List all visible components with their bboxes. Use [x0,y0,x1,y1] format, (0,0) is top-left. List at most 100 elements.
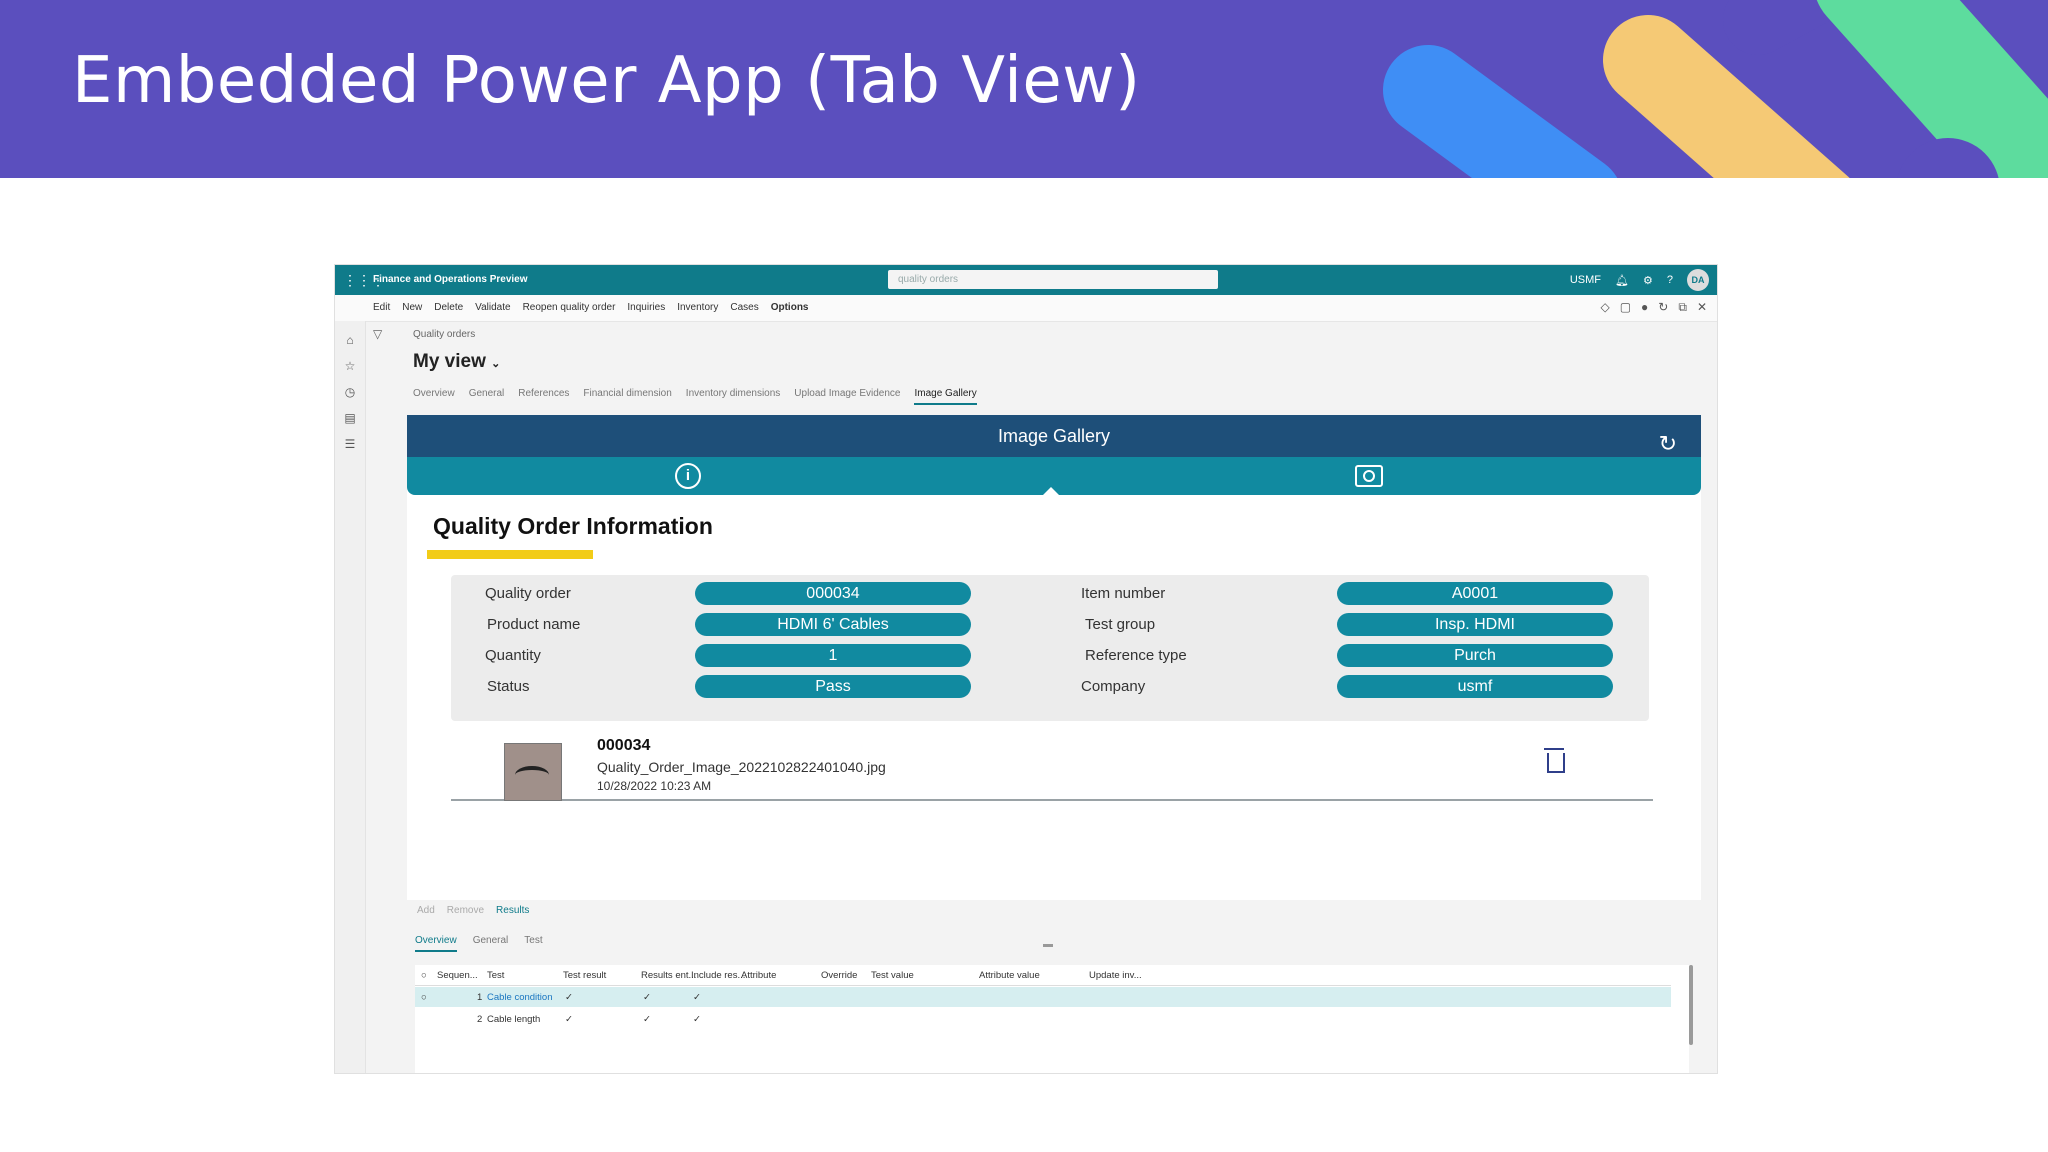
active-tab-notch [1043,487,1059,495]
options-menu[interactable]: Options [771,302,809,313]
field-value: HDMI 6' Cables [695,613,971,636]
inquiries-menu[interactable]: Inquiries [627,302,665,313]
field-value: A0001 [1337,582,1613,605]
tab-grid-test[interactable]: Test [524,935,542,952]
reopen-button[interactable]: Reopen quality order [523,302,616,313]
image-filename: Quality_Order_Image_2022102822401040.jpg [597,759,886,775]
add-button[interactable]: Add [417,905,435,916]
breadcrumb: Quality orders [413,329,476,340]
tab-overview[interactable]: Overview [413,388,455,405]
tab-references[interactable]: References [518,388,569,405]
chat-icon[interactable]: ● [1641,300,1648,315]
trash-icon[interactable] [1544,748,1565,773]
home-icon[interactable]: ⌂ [335,333,365,347]
filter-icon[interactable]: ▽ [373,327,382,341]
check-icon: ✓ [565,992,573,1003]
field-label: Reference type [1085,647,1187,664]
image-thumbnail[interactable] [504,743,562,801]
gear-icon[interactable]: ⚙ [1643,274,1653,287]
close-icon[interactable]: ✕ [1697,300,1707,315]
popout-icon[interactable]: ⧉ [1678,300,1687,315]
column-header[interactable]: Sequen... [437,970,478,981]
title-underline [427,550,593,559]
company-label[interactable]: USMF [1570,274,1601,286]
field-value: Pass [695,675,971,698]
avatar[interactable]: DA [1687,269,1709,291]
section-title: Quality Order Information [433,513,713,539]
row-radio[interactable]: ○ [421,992,427,1003]
tab-upload-image[interactable]: Upload Image Evidence [794,388,900,405]
field-label: Status [487,678,530,695]
chevron-down-icon: ⌄ [491,358,501,370]
scrollbar[interactable] [1689,965,1693,1045]
table-row[interactable]: 2 Cable length ✓ ✓ ✓ [415,1009,1671,1029]
star-icon[interactable]: ☆ [335,359,365,373]
column-header[interactable]: Test [487,970,504,981]
column-header[interactable]: Attribute value [979,970,1040,981]
splitter-handle[interactable]: ▬ [1043,939,1053,950]
check-icon: ✓ [693,1014,701,1025]
view-selector[interactable]: My view ⌄ [413,351,500,373]
camera-icon[interactable] [1355,465,1383,487]
workspace-icon[interactable]: ▤ [335,411,365,425]
column-header[interactable]: Update inv... [1089,970,1142,981]
tab-inventory-dimensions[interactable]: Inventory dimensions [686,388,781,405]
column-header[interactable]: Attribute [741,970,776,981]
table-row[interactable]: ○ 1 Cable condition ✓ ✓ ✓ [415,987,1671,1007]
recent-icon[interactable]: ◷ [335,385,365,399]
column-header[interactable]: Override [821,970,857,981]
search-input[interactable]: quality orders [888,270,1218,289]
field-label: Test group [1085,616,1156,633]
gallery-image-item[interactable]: 000034 Quality_Order_Image_2022102822401… [451,735,1653,801]
remove-button[interactable]: Remove [447,905,484,916]
row-test[interactable]: Cable length [487,1014,540,1025]
results-grid: ○ Sequen... Test Test result Results ent… [415,965,1689,1073]
bell-icon[interactable]: 🔔︎ [1615,274,1629,287]
tab-grid-general[interactable]: General [473,935,509,952]
column-header[interactable]: Results ent... [641,970,696,981]
column-header[interactable]: Include res... [691,970,745,981]
field-label: Product name [487,616,581,633]
column-header[interactable]: Test value [871,970,914,981]
new-button[interactable]: New [402,302,422,313]
gallery-title: Image Gallery [997,426,1111,446]
info-card: Quality order 000034 Product name HDMI 6… [451,575,1649,721]
decorative-shapes [1383,0,2048,178]
field-label: Company [1081,678,1146,695]
select-all-checkbox[interactable]: ○ [421,970,427,981]
action-bar: Edit New Delete Validate Reopen quality … [335,295,1717,322]
field-value: 1 [695,644,971,667]
tab-general[interactable]: General [469,388,505,405]
tab-financial-dimension[interactable]: Financial dimension [583,388,671,405]
field-label: Quality order [485,585,571,602]
help-icon[interactable]: ? [1667,274,1673,286]
row-sequence: 2 [477,1014,483,1025]
check-icon: ✓ [643,1014,651,1025]
row-test-link[interactable]: Cable condition [487,992,553,1003]
edit-button[interactable]: Edit [373,302,390,313]
info-icon[interactable]: i [675,463,701,489]
image-title: 000034 [597,737,651,754]
office-icon[interactable]: ▢ [1620,300,1631,315]
view-name: My view [413,351,486,372]
app-topbar: ⋮⋮⋮ Finance and Operations Preview quali… [335,265,1717,295]
modules-icon[interactable]: ☰ [335,437,365,451]
delete-button[interactable]: Delete [434,302,463,313]
pin-icon[interactable]: ◇ [1600,300,1609,315]
cases-menu[interactable]: Cases [730,302,758,313]
inventory-menu[interactable]: Inventory [677,302,718,313]
gallery-tab-row: i [407,457,1701,495]
refresh-icon[interactable]: ↻ [1658,300,1668,315]
grid-tabs: Overview General Test [415,935,543,952]
slide-banner: Embedded Power App (Tab View) [0,0,2048,178]
column-header[interactable]: Test result [563,970,606,981]
gallery-header: Image Gallery ↻ [407,415,1701,457]
tab-grid-overview[interactable]: Overview [415,935,457,952]
navigation-rail: ⌂ ☆ ◷ ▤ ☰ [335,321,366,1073]
grid-header: ○ Sequen... Test Test result Results ent… [415,965,1671,986]
tab-image-gallery[interactable]: Image Gallery [914,388,977,405]
results-button[interactable]: Results [496,905,529,916]
slide-title: Embedded Power App (Tab View) [72,44,1141,118]
image-date: 10/28/2022 10:23 AM [597,779,712,793]
validate-button[interactable]: Validate [475,302,510,313]
